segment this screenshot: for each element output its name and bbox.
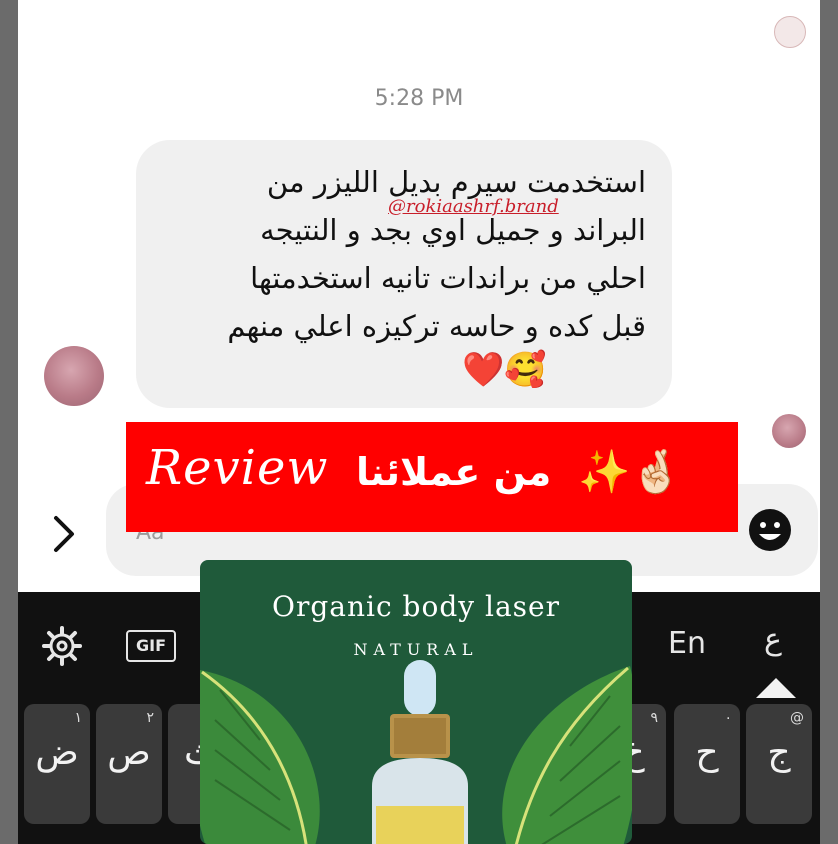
message-emojis: ❤️🥰 [462, 350, 547, 390]
key-primary: ض [35, 732, 79, 773]
key-secondary: ٢ [146, 710, 154, 726]
chevron-right-icon[interactable] [52, 514, 76, 554]
serum-bottle-image [372, 660, 468, 844]
emoji-icon[interactable] [748, 508, 792, 552]
product-card: Organic body laser NATURAL [200, 560, 632, 844]
key[interactable]: ٢ ص [96, 704, 162, 824]
gear-icon[interactable] [42, 626, 82, 666]
banner-arabic: من عملائنا [356, 450, 552, 494]
key-secondary: ١ [74, 710, 82, 726]
message-bubble[interactable]: استخدمت سيرم بديل الليزر من البراند و جم… [136, 140, 672, 408]
key[interactable]: ٠ ح [674, 704, 740, 824]
left-gutter [0, 0, 18, 844]
banner-english: Review [146, 440, 329, 496]
seen-avatar [772, 414, 806, 448]
product-title: Organic body laser [272, 590, 560, 623]
language-en-button[interactable]: En [668, 626, 706, 661]
key-primary: ح [695, 732, 719, 773]
message-line: قبل كده و حاسه تركيزه اعلي منهم [227, 309, 646, 343]
sender-avatar[interactable] [44, 346, 104, 406]
review-banner: Review من عملائنا ✨🤞🏻 [126, 422, 738, 532]
leaf-left-image [200, 670, 320, 844]
message-line: احلي من براندات تانيه استخدمتها [250, 261, 646, 295]
gif-button[interactable]: GIF [126, 630, 176, 662]
watermark-handle: @rokiaashrf.brand [388, 196, 559, 217]
key-primary: ص [107, 732, 151, 773]
key[interactable]: ١ ض [24, 704, 90, 824]
key-secondary: @ [790, 710, 804, 726]
key[interactable]: @ ج [746, 704, 812, 824]
message-text: استخدمت سيرم بديل الليزر من البراند و جم… [146, 158, 646, 350]
leaf-right-image [502, 666, 632, 844]
timestamp: 5:28 PM [374, 86, 464, 111]
shift-icon[interactable] [756, 678, 796, 698]
key-secondary: ٠ [724, 710, 732, 726]
right-gutter [820, 0, 838, 844]
language-ar-button[interactable]: ع [764, 622, 782, 657]
key-secondary: ٩ [650, 710, 658, 726]
key-primary: ج [767, 732, 791, 773]
banner-emojis: ✨🤞🏻 [578, 447, 683, 496]
profile-icon[interactable] [774, 16, 806, 48]
